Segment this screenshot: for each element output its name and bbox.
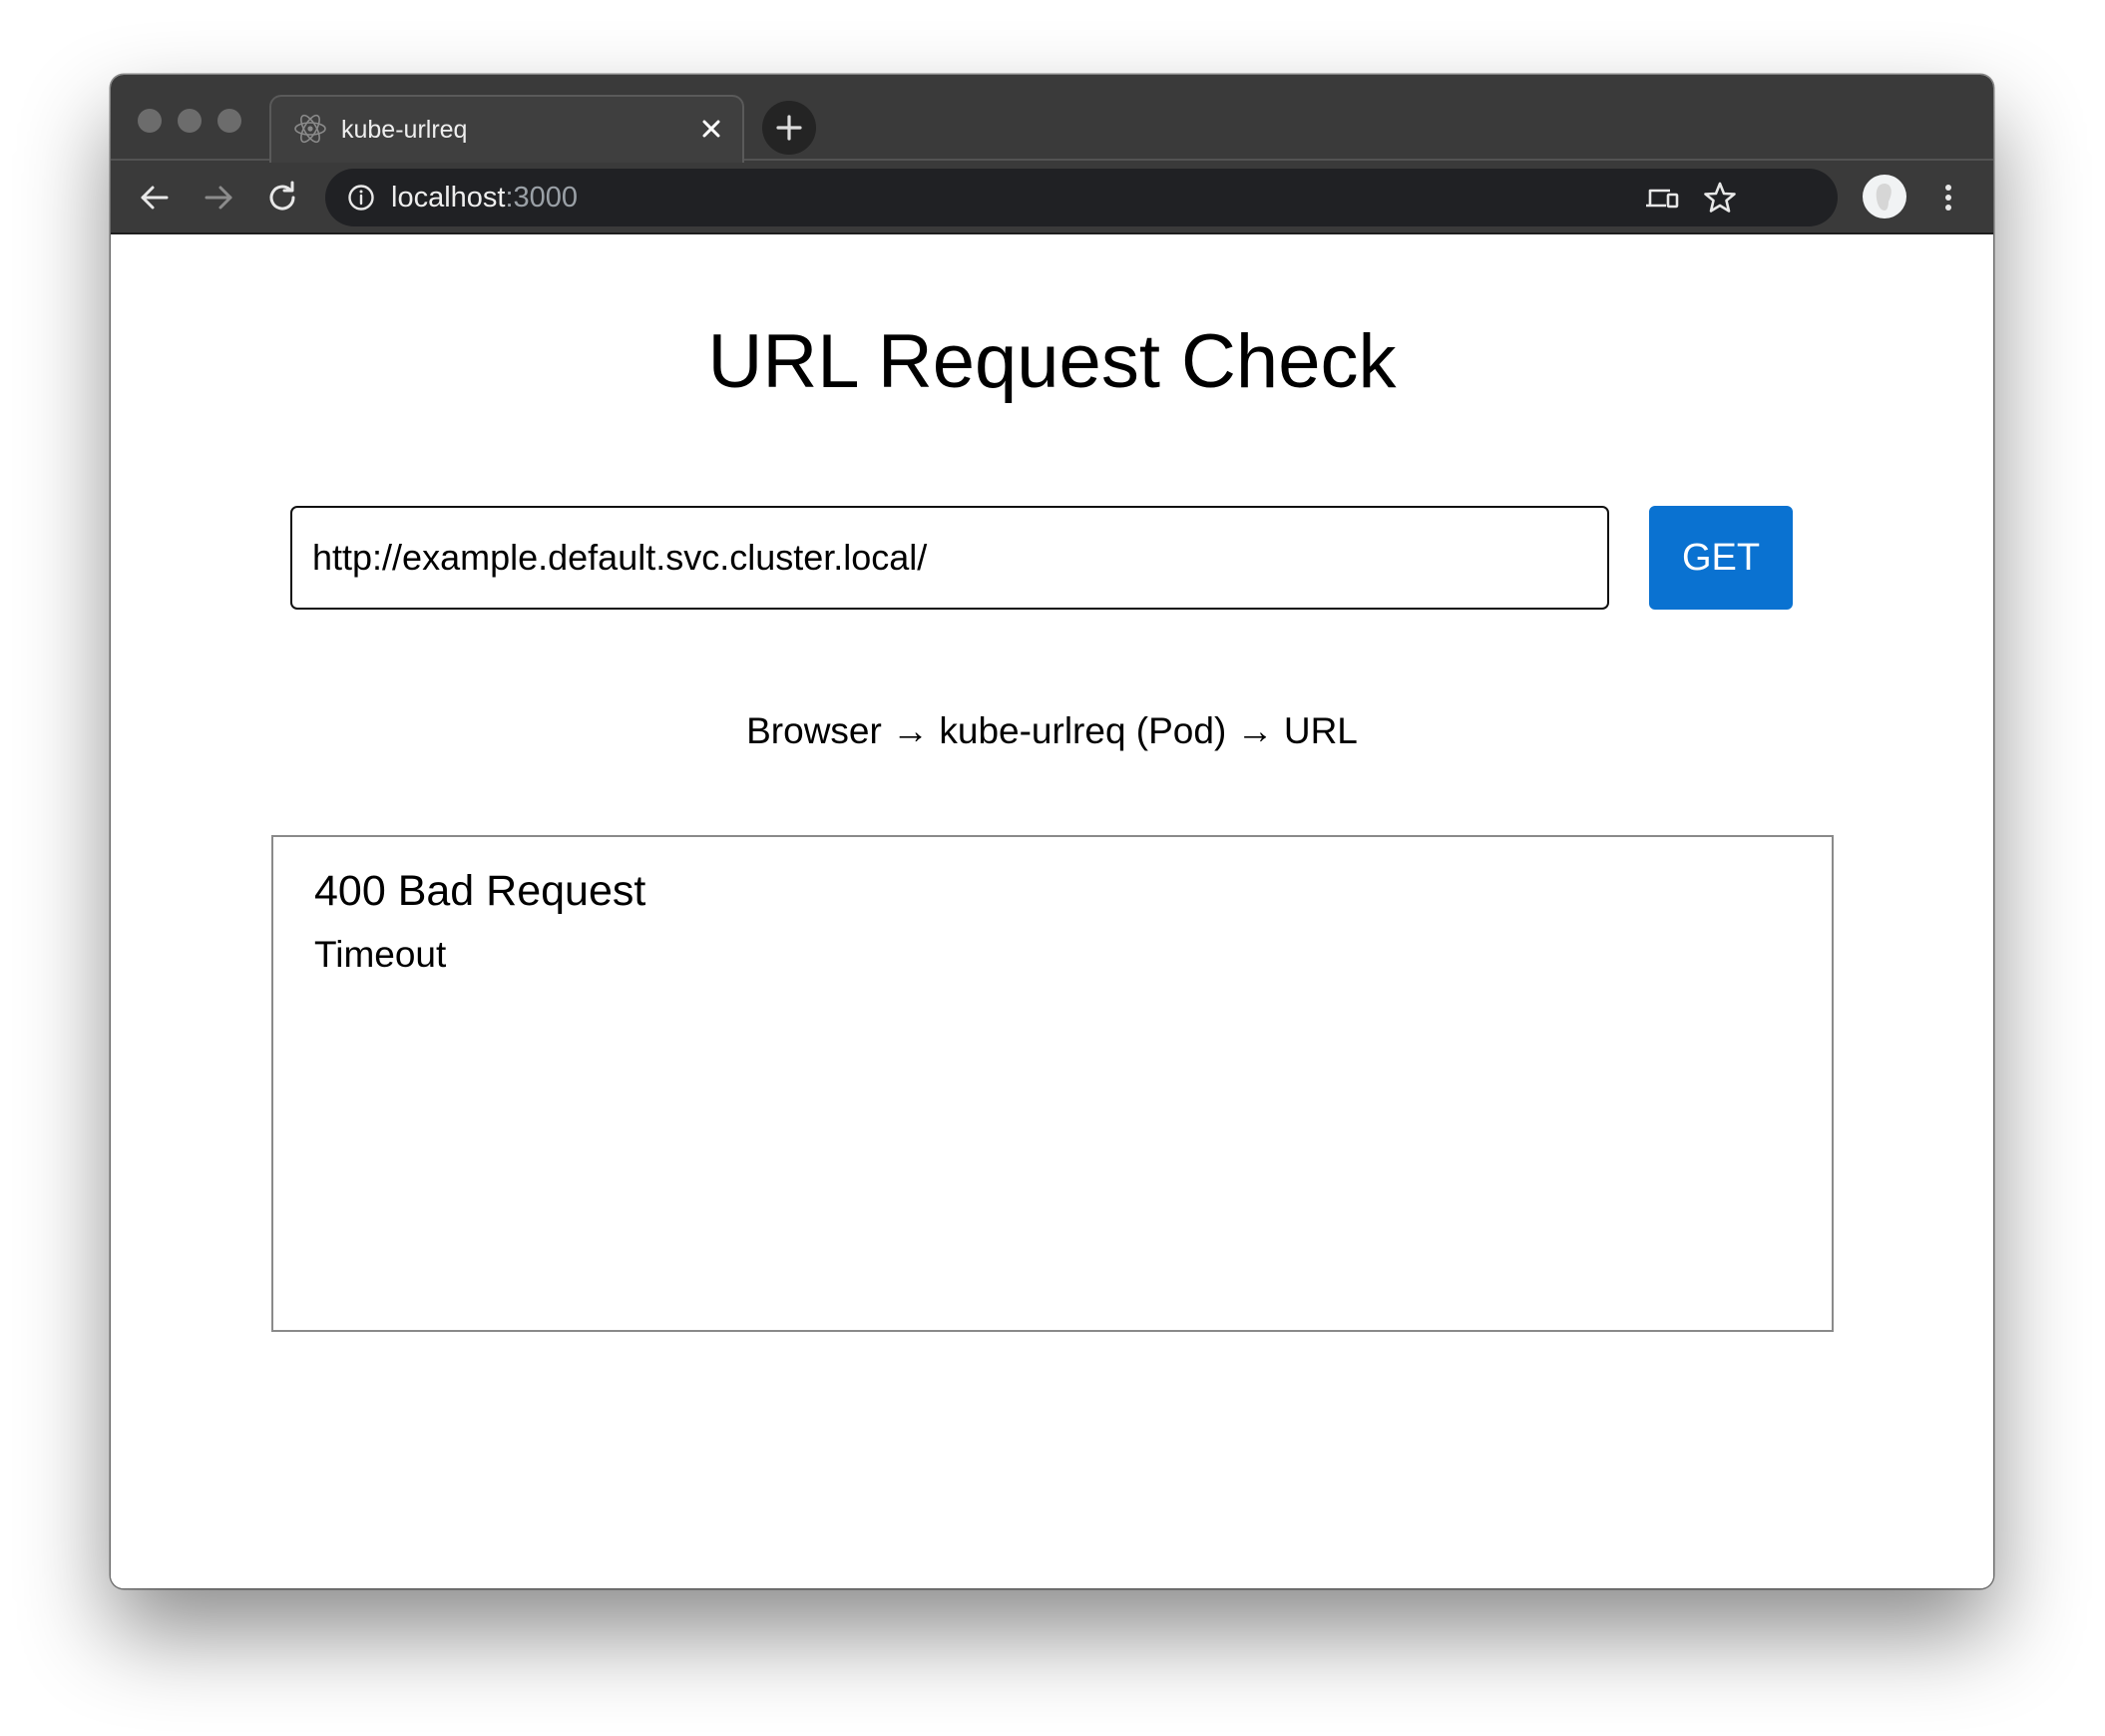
plus-icon bbox=[776, 115, 802, 141]
address-text: localhost:3000 bbox=[391, 182, 578, 214]
page-content: URL Request Check GET Browser → kube-url… bbox=[111, 234, 1993, 1588]
info-icon[interactable] bbox=[347, 184, 375, 212]
title-bar: kube-urlreq bbox=[111, 75, 1993, 163]
result-panel: 400 Bad Request Timeout bbox=[271, 835, 1834, 1332]
address-port: :3000 bbox=[505, 182, 579, 214]
url-input[interactable] bbox=[290, 506, 1609, 610]
get-button[interactable]: GET bbox=[1649, 506, 1793, 610]
request-flow-text: Browser → kube-urlreq (Pod) → URL bbox=[746, 710, 1358, 751]
browser-window: kube-urlreq localhost:3000 URL Request C… bbox=[111, 75, 1993, 1588]
page-title: URL Request Check bbox=[707, 319, 1397, 404]
close-window-button[interactable] bbox=[138, 109, 162, 133]
tab-title: kube-urlreq bbox=[341, 116, 468, 144]
browser-tab[interactable]: kube-urlreq bbox=[269, 95, 744, 163]
more-menu-icon[interactable] bbox=[1928, 178, 1968, 217]
profile-avatar[interactable] bbox=[1863, 175, 1906, 218]
cast-device-icon[interactable] bbox=[1642, 178, 1682, 217]
address-bar[interactable]: localhost:3000 bbox=[325, 169, 1838, 226]
react-atom-icon bbox=[293, 112, 327, 146]
result-status: 400 Bad Request bbox=[314, 867, 646, 915]
result-detail: Timeout bbox=[314, 934, 447, 975]
minimize-window-button[interactable] bbox=[178, 109, 202, 133]
reload-icon[interactable] bbox=[262, 178, 302, 217]
new-tab-button[interactable] bbox=[762, 101, 816, 155]
browser-toolbar: localhost:3000 bbox=[111, 161, 1993, 234]
forward-arrow-icon[interactable] bbox=[199, 178, 238, 217]
maximize-window-button[interactable] bbox=[217, 109, 241, 133]
star-bookmark-icon[interactable] bbox=[1700, 178, 1740, 217]
address-host: localhost bbox=[391, 182, 506, 214]
close-tab-icon[interactable] bbox=[694, 112, 728, 146]
back-arrow-icon[interactable] bbox=[135, 178, 175, 217]
